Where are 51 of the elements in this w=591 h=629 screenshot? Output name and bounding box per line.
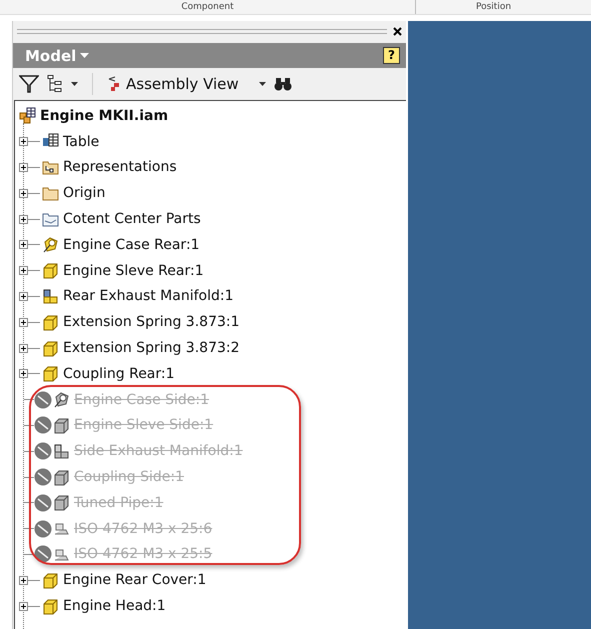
expand-icon[interactable] bbox=[19, 188, 28, 198]
help-button[interactable]: ? bbox=[383, 47, 400, 64]
tree-item-label[interactable]: Representations bbox=[63, 159, 177, 176]
cube-icon bbox=[53, 468, 70, 486]
tree-item-label[interactable]: Extension Spring 3.873:2 bbox=[63, 340, 240, 356]
tree-item-label[interactable]: Extension Spring 3.873:1 bbox=[63, 314, 240, 330]
expand-icon[interactable] bbox=[19, 344, 28, 353]
binoculars-icon[interactable] bbox=[274, 77, 292, 91]
expand-icon[interactable] bbox=[19, 240, 28, 250]
expand-icon[interactable] bbox=[19, 266, 28, 276]
expand-icon[interactable] bbox=[19, 137, 28, 146]
tree-item-label[interactable]: Engine Rear Cover:1 bbox=[63, 572, 206, 588]
tree-item-label[interactable]: Table bbox=[63, 134, 100, 150]
folder-icon bbox=[42, 158, 59, 176]
cube-icon bbox=[42, 572, 59, 589]
expand-icon[interactable] bbox=[19, 369, 28, 378]
cube-icon bbox=[42, 340, 59, 357]
blocks-icon bbox=[53, 442, 70, 460]
close-icon[interactable] bbox=[393, 26, 402, 36]
tree-item-label[interactable]: Engine Sleve Rear:1 bbox=[63, 262, 204, 279]
filter-icon[interactable] bbox=[19, 75, 39, 93]
expand-icon[interactable] bbox=[19, 318, 28, 327]
assembly-file-icon bbox=[19, 107, 36, 124]
expand-icon[interactable] bbox=[19, 602, 28, 611]
tree-item-label[interactable]: Coupling Rear:1 bbox=[63, 366, 175, 382]
folder-icon bbox=[42, 184, 59, 202]
expand-icon[interactable] bbox=[19, 292, 28, 301]
expand-icon[interactable] bbox=[19, 214, 28, 224]
cube-icon bbox=[42, 262, 59, 280]
caret-icon[interactable] bbox=[71, 82, 78, 86]
cube-icon bbox=[53, 416, 70, 434]
folder-icon bbox=[42, 210, 59, 228]
column-header[interactable]: Component bbox=[0, 0, 416, 14]
tree-item-label[interactable]: Cotent Center Parts bbox=[63, 211, 201, 228]
tree-root-label[interactable]: Engine MKII.iam bbox=[40, 108, 168, 124]
blocks-icon bbox=[42, 288, 59, 305]
caret-icon[interactable] bbox=[258, 82, 266, 86]
panel-title-menu[interactable]: Model bbox=[25, 46, 76, 64]
cube-icon bbox=[42, 365, 59, 382]
tree-item-label[interactable]: Origin bbox=[63, 185, 106, 202]
cube-icon bbox=[53, 494, 70, 512]
cube-icon bbox=[42, 598, 59, 615]
expand-icon[interactable] bbox=[19, 162, 28, 172]
assembly-view-menu[interactable]: Assembly View bbox=[126, 75, 239, 93]
tree-structure-icon[interactable] bbox=[47, 75, 63, 93]
tree-item-label[interactable]: Rear Exhaust Manifold:1 bbox=[63, 288, 234, 304]
tree-item-label[interactable]: Engine Case Rear:1 bbox=[63, 236, 200, 253]
tree-item-label[interactable]: Engine Head:1 bbox=[63, 598, 166, 614]
column-header[interactable]: Position bbox=[416, 0, 512, 14]
expand-icon[interactable] bbox=[19, 576, 28, 585]
cube-icon bbox=[42, 314, 59, 331]
